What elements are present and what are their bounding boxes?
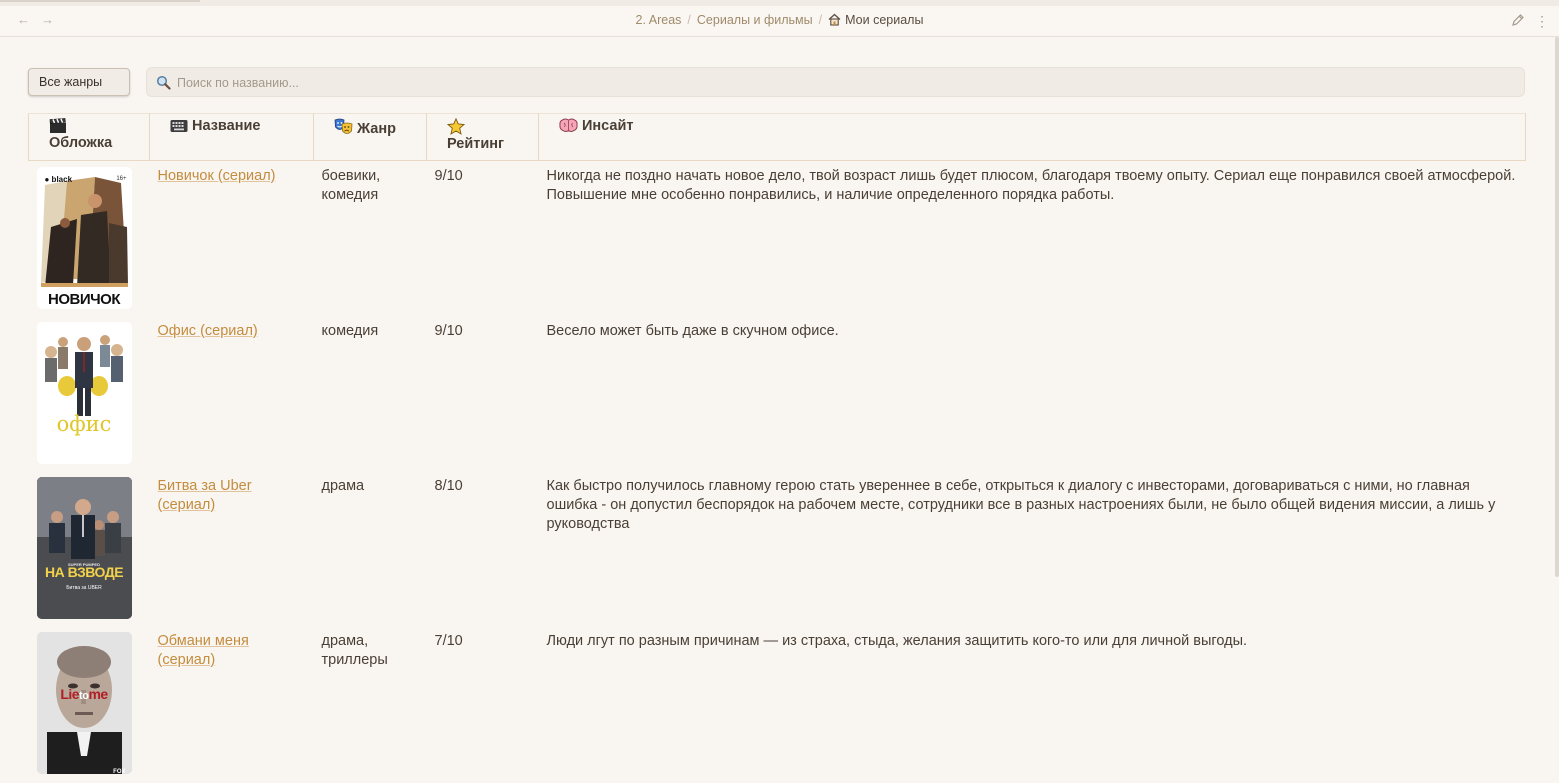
- poster-caption: офис: [56, 411, 112, 436]
- rating-cell: 8/10: [434, 477, 463, 494]
- cover-cell: SUPER PUMPED НА ВЗВОДЕ Битва за UBER: [29, 471, 150, 626]
- column-header-genre[interactable]: Жанр: [313, 113, 427, 161]
- cover-cell: ● black 16+ НОВИЧОК: [29, 161, 150, 316]
- rating-cell: 9/10: [434, 168, 463, 184]
- search-input[interactable]: [175, 72, 1499, 94]
- brain-icon: [559, 118, 578, 132]
- breadcrumb-separator: /: [818, 13, 823, 27]
- poster-subcaption: Битва за UBER: [66, 584, 102, 591]
- table-row: Lietome FOX Обмани меня (сериал) драма, …: [29, 626, 1526, 781]
- poster-uber[interactable]: SUPER PUMPED НА ВЗВОДЕ Битва за UBER: [36, 476, 132, 619]
- breadcrumb-separator: /: [687, 13, 691, 27]
- column-header-rating[interactable]: Рейтинг: [426, 113, 539, 161]
- rating-cell: 7/10: [434, 632, 463, 649]
- star-icon: [447, 118, 465, 135]
- column-header-cover-label: Обложка: [49, 135, 113, 151]
- table-row: ● black 16+ НОВИЧОК Новичок (сериал) бое…: [29, 161, 1526, 316]
- poster-caption-part: Lie: [60, 685, 80, 702]
- series-title-link[interactable]: Новичок (сериал): [158, 168, 276, 184]
- insight-cell: Никогда не поздно начать новое дело, тво…: [546, 168, 1516, 203]
- breadcrumb: 2. Areas / Сериалы и фильмы / Мои сериалы: [0, 13, 1559, 27]
- edit-pencil-icon[interactable]: [1511, 13, 1525, 27]
- series-title-link[interactable]: Офис (сериал): [158, 323, 258, 339]
- poster-caption-part: me: [88, 685, 108, 702]
- cover-cell: Lietome FOX: [29, 626, 150, 781]
- clapperboard-icon: [49, 118, 66, 133]
- home-icon: [828, 13, 841, 26]
- table-header-row: Обложка Название Жанр Рейтинг Инсайт: [28, 113, 1526, 161]
- search-bar: [146, 67, 1525, 97]
- poster-age-rating: 16+: [116, 176, 127, 182]
- scrollbar[interactable]: [1555, 37, 1559, 577]
- breadcrumb-current-label: Мои сериалы: [845, 13, 924, 27]
- rating-cell: 9/10: [434, 322, 463, 339]
- poster-network-logo: FOX: [113, 768, 126, 774]
- breadcrumb-item-areas[interactable]: 2. Areas: [636, 13, 682, 27]
- more-options-icon[interactable]: ⋮: [1535, 13, 1549, 30]
- column-header-genre-label: Жанр: [357, 121, 396, 137]
- genre-cell: драма, триллеры: [321, 632, 388, 668]
- search-icon: [156, 75, 171, 90]
- tab-indicator: [0, 0, 200, 2]
- insight-cell: Как быстро получилось главному герою ста…: [546, 477, 1496, 532]
- column-header-rating-label: Рейтинг: [447, 136, 505, 152]
- table-row: SUPER PUMPED НА ВЗВОДЕ Битва за UBER Бит…: [29, 471, 1526, 626]
- title-cell: Новичок (сериал): [150, 161, 314, 316]
- column-header-title[interactable]: Название: [149, 113, 314, 161]
- column-header-cover[interactable]: Обложка: [28, 113, 150, 161]
- poster-caption: НОВИЧОК: [48, 291, 120, 308]
- title-cell: Обмани меня (сериал): [150, 626, 314, 781]
- poster-caption: Lietome: [37, 685, 132, 706]
- insight-cell: Люди лгут по разным причинам — из страха…: [546, 632, 1248, 649]
- poster-office[interactable]: офис: [36, 321, 132, 464]
- title-bar: ← → 2. Areas / Сериалы и фильмы / Мои сериал…: [0, 6, 1559, 37]
- breadcrumb-item-series-films[interactable]: Сериалы и фильмы: [697, 13, 813, 27]
- series-title-link[interactable]: Обмани меня (сериал): [158, 633, 249, 668]
- column-header-title-label: Название: [192, 118, 261, 134]
- series-title-link[interactable]: Битва за Uber (сериал): [158, 478, 252, 513]
- insight-cell: Весело может быть даже в скучном офисе.: [546, 322, 839, 339]
- cover-cell: офис: [29, 316, 150, 471]
- keyboard-icon: [170, 120, 188, 132]
- column-header-insight[interactable]: Инсайт: [538, 113, 1526, 161]
- title-cell: Битва за Uber (сериал): [150, 471, 314, 626]
- poster-brand: ● black: [44, 175, 73, 184]
- breadcrumb-current: Мои сериалы: [828, 13, 923, 27]
- theater-masks-icon: [334, 118, 353, 134]
- series-table: Обложка Название Жанр Рейтинг Инсайт ● b…: [28, 113, 1526, 781]
- genre-filter-button[interactable]: Все жанры: [28, 68, 130, 96]
- genre-cell: комедия: [321, 322, 379, 339]
- genre-cell: драма: [321, 477, 365, 494]
- poster-rookie[interactable]: ● black 16+ НОВИЧОК: [36, 167, 132, 309]
- genre-cell: боевики, комедия: [321, 168, 381, 203]
- poster-lie-to-me[interactable]: Lietome FOX: [36, 631, 132, 774]
- column-header-insight-label: Инсайт: [582, 118, 634, 134]
- table-row: офис Офис (сериал) комедия 9/10 Весело м…: [29, 316, 1526, 471]
- title-cell: Офис (сериал): [150, 316, 314, 471]
- poster-office-art: [44, 334, 123, 416]
